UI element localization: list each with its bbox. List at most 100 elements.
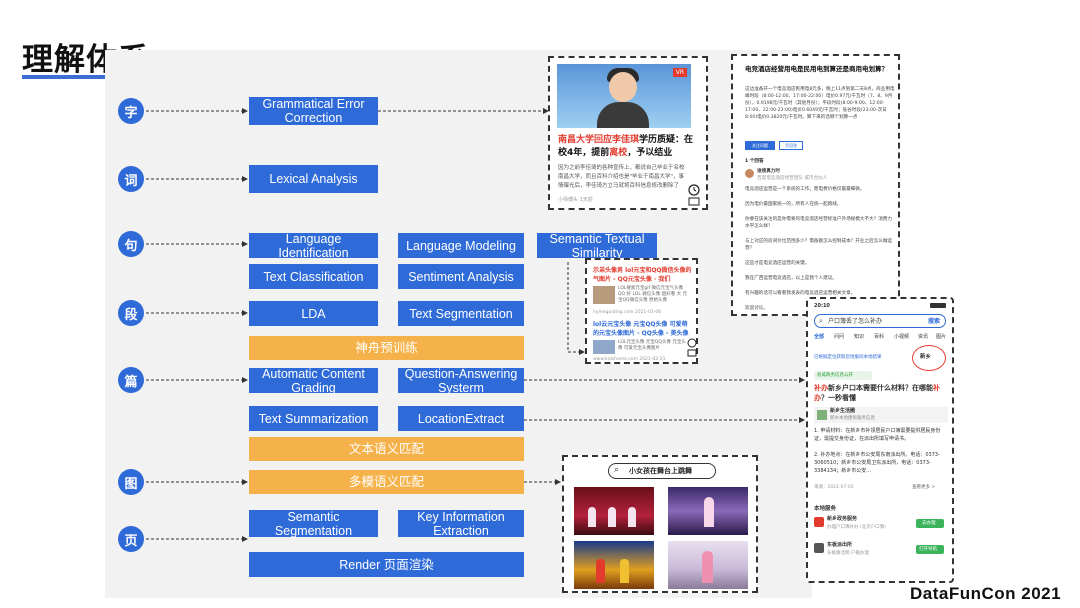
dancer-figure [702,551,713,583]
dance-image-4[interactable] [668,541,748,589]
search-item1-source: hymeguiding.com 2021-01-06 [593,310,662,315]
answer-line-4: 与上对应的房间价位范围多少？需备额怎么控制成本？开业之后怎么做运营？ [745,239,893,251]
task-location-extract: LocationExtract [398,406,524,431]
qa-page-card: 电竞酒店经营用电是民用电到算还是商用电划算？ 这边准备开一个电竞酒店民用电8元多… [731,54,900,316]
news-badge: VR [672,68,687,77]
phone-search-input[interactable]: 户口簿丢了怎么补办 [828,317,882,326]
tab-ask[interactable]: 问问 [834,333,844,342]
phone-tabs: 全部 问问 知识 百科 小视频 资讯 图片 [814,333,950,343]
level-word-circle: 词 [118,166,144,192]
answer-line-6: 我在广西运营电竞酒店，以上是我个人建议。 [745,276,837,281]
level-paragraph-circle: 段 [118,300,144,326]
image-search-query: 小女孩在舞台上跳舞 [629,467,692,475]
search-item1-thumb [593,286,615,304]
tab-images[interactable]: 图片 [936,333,946,342]
clock-icon [687,338,697,357]
dance-image-2[interactable] [668,487,748,535]
tab-video[interactable]: 小视频 [894,333,909,342]
follow-question-button[interactable]: 关注问题 [745,141,775,150]
image-search-bar[interactable]: ⌕ 小女孩在舞台上跳舞 [608,463,716,479]
task-render-page: Render 页面渲染 [249,552,524,577]
news-photo: VR [557,64,691,128]
mobile-search-card: 20:10 ⌕ 户口簿丢了怎么补办 搜索 全部 问问 知识 百科 小视频 资讯 … [806,297,954,583]
level-sentence-circle: 句 [118,231,144,257]
service1-button-label: 去办理 [922,521,936,526]
dancer-figure [608,507,616,527]
cert-label: 权威政务信息公开 [817,373,853,378]
qa-answer-count: 1 个回答 [745,159,764,164]
news-title-part-5: ，予以结业 [627,148,673,158]
service2-button[interactable]: 打开导航 [916,545,944,554]
phone-search-bar[interactable]: ⌕ 户口簿丢了怎么补办 搜索 [814,314,946,328]
search-item1-title: 示弟头像男 lol元宝和QQ微信头像的气图片 - QQ元宝头像 · 我们 [593,267,692,283]
brand-logo: DataFunCon 2021 [910,584,1062,603]
answer-line-5: 这些才是电竞酒店运营的关键。 [745,261,810,266]
service1-icon [814,517,824,527]
tab-baike[interactable]: 百科 [874,333,884,342]
headline-part-4: ？一秒看懂 [821,394,856,402]
search-results-card: 示弟头像男 lol元宝和QQ微信头像的气图片 - QQ元宝头像 · 我们 LOL… [585,258,698,364]
location-tag[interactable]: 新乡 [920,353,931,362]
step-2: 2. 补办地点：在新乡市公安局东南派出所。电话：0373-3060510；新乡市… [814,452,940,474]
news-body: 因为之前李佳琦的各种宣传上，都说自己毕业于名校南昌大学，而且百科介绍也是"毕业于… [558,165,685,189]
task-grammatical-error-correction: Grammatical Error Correction [249,97,378,125]
write-answer-button[interactable]: 写回答 [779,141,803,150]
news-title: 南昌大学回应李佳琪学历质疑：在校4年，提前离校，予以结业 [558,134,694,160]
headline-part-2: 新乡户口本需要什么材料？在哪能 [828,384,933,392]
person-head [609,72,637,102]
phone-time: 20:10 [814,303,830,309]
cert-badge: 权威政务信息公开 [814,371,872,380]
dance-image-3[interactable] [574,541,654,589]
task-semantic-textual-similarity: Semantic Textual Similarity [537,232,657,260]
service2-icon [814,543,824,553]
search-icon: ⌕ [819,317,823,325]
image-search-card: ⌕ 小女孩在舞台上跳舞 [562,455,758,593]
qa-question-title: 电竞酒店经营用电是民用电到算还是商用电划算？ [745,65,888,73]
search-item2-source: www.kidshome.com 2021-02-21 [593,357,666,362]
task-key-information-extraction: Key Information Extraction [398,510,524,538]
answer-line-2: 因为电价最国家统一的，所有人在统一起跑线。 [745,202,842,207]
dancer-figure [628,507,636,527]
service1-button[interactable]: 去办理 [916,519,944,528]
phone-headline: 补办新乡户口本需要什么材料？在哪能补办？一秒看懂 [814,383,948,403]
task-semantic-segmentation: Semantic Segmentation [249,510,378,538]
service2-button-label: 打开导航 [919,547,937,552]
search-item2-thumb [593,340,615,354]
source-desc: 新乡本地便民服务信息 [830,416,875,421]
answer-line-1: 电竞酒店运营是一个系统的工作，而电费价格仅最最细微。 [745,187,865,192]
task-lexical-analysis: Lexical Analysis [249,165,378,193]
task-text-semantic-matching: 文本语义匹配 [249,437,524,461]
task-text-summarization: Text Summarization [249,406,378,431]
tab-news[interactable]: 资讯 [918,333,928,342]
dance-image-1[interactable] [574,487,654,535]
task-language-modeling: Language Modeling [398,233,524,258]
search-icon: ⌕ [614,465,620,475]
qa-question-body: 这边准备开一个电竞酒店民用电8元多，晚上11点到第二天8点，商业用电峰时段（8:… [745,87,895,120]
news-article-card: VR 南昌大学回应李佳琪学历质疑：在校4年，提前离校，予以结业 因为之前李佳琦的… [548,56,708,210]
source-box: 新乡生活圈 新乡本地便民服务信息 [814,407,948,423]
location-bar: 已根据定位获取您地服同本地结果 [814,355,882,360]
phone-date: 来源：2021-07-05 [814,485,854,490]
answerer-desc: 百度电竞酒店经营团队 城市合伙人 [757,176,828,181]
dancer-figure [588,507,596,527]
task-sentiment-analysis: Sentiment Analysis [398,264,524,289]
answerer-avatar [745,169,754,178]
search-item1-body: LOL搜索元宝gif 微信元宝气头像QQ 好 LOL 微信头像 超好看 大 元宝… [618,286,688,303]
task-question-answering-system: Question-Answering Systerm [398,367,524,395]
service1-desc: 办理户口簿补办 (北京户口簿) [827,525,886,530]
task-lda: LDA [249,301,378,326]
news-title-part-1: 南昌大学回应 [558,135,613,145]
answer-line-3: 你要在该关注的是你需要的电竞酒店经营标准户外场规模大不大？消费力水平怎么样？ [745,217,893,229]
level-chapter-circle: 篇 [118,367,144,393]
person-body [597,102,649,128]
service2-desc: 东板路北侧 户籍办理 [827,551,869,556]
task-text-segmentation: Text Segmentation [398,301,524,326]
news-title-part-2: 李佳琪 [612,135,640,145]
task-automatic-content-grading: Automatic Content Grading [249,367,378,395]
answer-line-7: 有兴趣的话可以看看我发表的电竞酒店运营相关文章。 [745,291,856,296]
phone-search-button[interactable]: 搜索 [928,317,940,326]
tab-knowledge[interactable]: 知识 [854,333,864,342]
tab-all[interactable]: 全部 [814,333,824,342]
dancer-figure [704,497,714,527]
see-more-link[interactable]: 查看更多 > [912,483,935,492]
